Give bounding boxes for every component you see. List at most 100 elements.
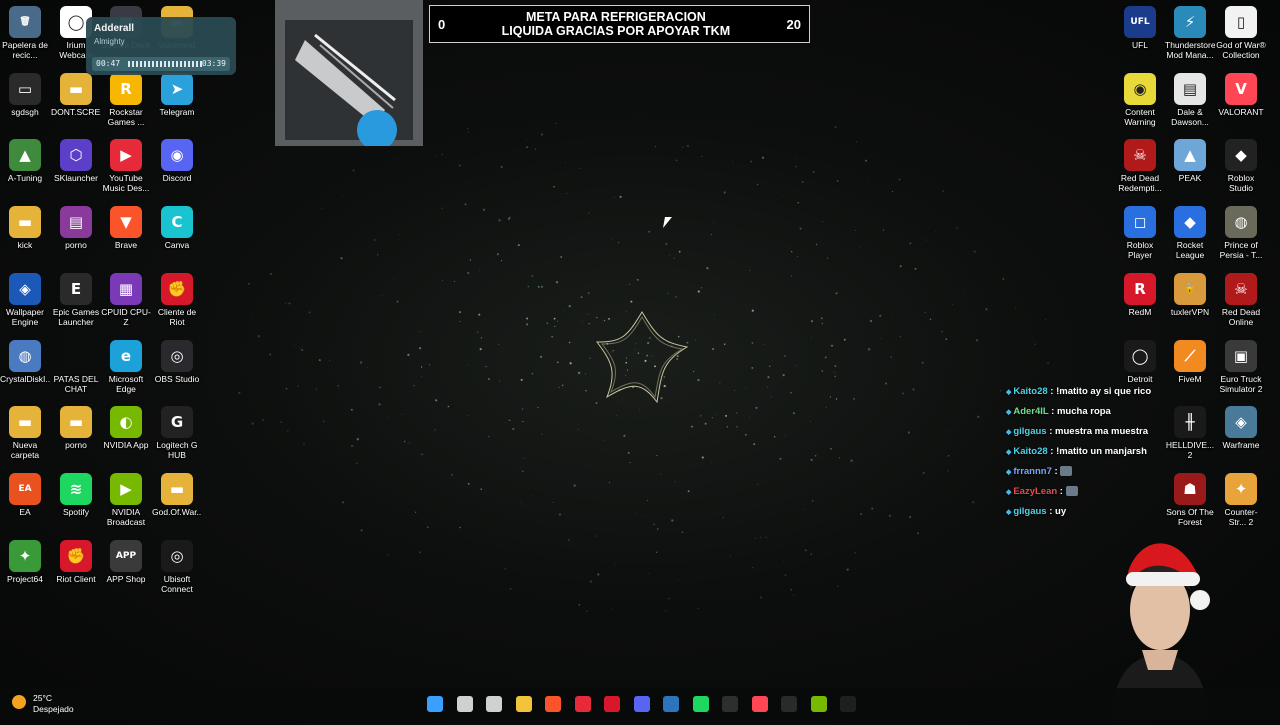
desktop-shortcut[interactable]: V VALORANT [1216,72,1266,117]
desktop-shortcut[interactable]: C Canva [152,206,202,250]
chat-separator: : [1051,466,1061,477]
wallpaper-particle [779,457,782,460]
desktop-shortcut[interactable]: ◉ Discord [152,139,202,183]
desktop-shortcut[interactable]: ▬ kick [0,206,50,250]
desktop-shortcut[interactable]: ▣ Euro Truck Simulator 2 [1216,339,1266,394]
desktop-shortcut[interactable]: e Microsoft Edge [101,339,151,394]
desktop-shortcut[interactable]: ◍ Prince of Persia - T... [1216,206,1266,260]
nvidia-broadcast-icon[interactable] [810,696,827,712]
desktop-shortcut[interactable]: 🔒 tuxlerVPN [1165,272,1215,317]
wallpaper-particle [744,433,747,436]
wallpaper-particle [523,458,525,459]
desktop-shortcut[interactable]: ▬ Nueva carpeta [0,406,50,460]
wallpaper-particle [359,361,363,364]
desktop-shortcut[interactable]: ◆ Roblox Studio [1216,139,1266,193]
wallpaper-particle [947,454,950,457]
desktop-shortcut[interactable]: ⬡ SKlauncher [51,139,101,183]
desktop-shortcut[interactable]: ☠ Red Dead Redempti... [1115,139,1165,193]
discord-icon[interactable] [633,696,650,712]
wallpaper-particle [626,369,629,371]
desktop-shortcut[interactable]: ▦ CPUID CPU-Z [101,272,151,327]
desktop-shortcut[interactable]: ▭ sgdsgh [0,72,50,117]
desktop-shortcut[interactable]: 🗑 Papelera de recic... [0,6,50,60]
desktop-shortcut[interactable]: ◈ Warframe [1216,406,1266,450]
spotify-icon[interactable] [692,696,709,712]
wallpaper-particle [505,422,506,423]
steam-icon[interactable] [663,696,679,712]
desktop-shortcut[interactable]: ▬ porno [51,406,101,450]
desktop-shortcut[interactable]: ▤ porno [51,206,101,250]
playback-bar[interactable]: 00:47 03:39 [92,57,230,71]
wallpaper-particle [568,341,571,344]
desktop-shortcut[interactable]: ➤ Telegram [152,72,202,117]
wallpaper-particle [585,373,586,375]
wallpaper-particle [653,523,655,526]
windows-start-icon[interactable] [427,696,443,712]
wallpaper-particle [262,418,264,421]
desktop-shortcut[interactable]: ≋ Spotify [51,472,101,517]
desktop-shortcut[interactable]: ▲ A-Tuning [0,139,50,183]
desktop-shortcut[interactable]: APP APP Shop [101,539,151,584]
wallpaper-particle [853,397,855,400]
valorant-icon[interactable] [751,696,768,712]
desktop-shortcut[interactable]: R RedM [1115,272,1165,317]
desktop-shortcut[interactable]: ◍ CrystalDiskI... [0,339,50,384]
task-view-icon[interactable] [486,696,502,712]
wallpaper-particle [675,159,678,161]
desktop-shortcut[interactable]: ◉ Content Warning [1115,72,1165,127]
desktop-shortcut[interactable]: ▶ YouTube Music Des... [101,139,151,193]
wallpaper-particle [745,388,747,389]
obs-icon[interactable] [722,696,738,712]
shortcut-label: CPUID CPU-Z [101,306,151,327]
search-icon[interactable] [456,696,473,712]
desktop-shortcut[interactable]: ✊ Riot Client [51,539,101,584]
desktop-shortcut[interactable]: ◻ Roblox Player [1115,206,1165,260]
redm-icon[interactable] [604,696,620,712]
chat-separator: : [1057,486,1066,497]
desktop-shortcut[interactable]: ◯ Detroit [1115,339,1165,384]
brave-icon[interactable] [545,696,561,712]
desktop-shortcut[interactable]: ◎ Ubisoft Connect [152,539,202,594]
desktop-shortcut[interactable]: E Epic Games Launcher [51,272,101,327]
wallpaper-particle [625,357,627,359]
wallpaper-particle [1034,343,1037,345]
desktop-shortcut[interactable]: ▶ NVIDIA Broadcast [101,472,151,527]
desktop-shortcut[interactable]: ✦ Counter-Str... 2 [1216,472,1266,527]
desktop-shortcut[interactable]: ☠ Red Dead Online [1216,272,1266,327]
file-explorer-icon[interactable] [515,696,532,712]
desktop-shortcut[interactable]: ▲ PEAK [1165,139,1215,183]
desktop-shortcut[interactable]: ◐ NVIDIA App [101,406,151,450]
desktop-shortcut[interactable]: ▤ Dale & Dawson... [1165,72,1215,127]
youtube-music-icon[interactable] [574,696,591,712]
desktop-shortcut[interactable]: ◆ Rocket League [1165,206,1215,260]
wallpaper-particle [975,469,977,470]
desktop-shortcut[interactable]: ▬DONT.SCRE... [51,72,101,117]
wallpaper-particle [619,195,622,199]
desktop-shortcut[interactable]: UFL UFL [1115,6,1165,50]
desktop-shortcut[interactable]: ✊ Cliente de Riot [152,272,202,327]
desktop-shortcut[interactable]: ▼ Brave [101,206,151,250]
wallpaper-particle [712,347,715,351]
shortcut-label: Red Dead Online [1221,306,1261,327]
desktop-shortcut[interactable]: ▬ God.Of.War... [152,472,202,517]
weather-temp: 25°C [33,693,52,703]
desktop-shortcut[interactable]: ◈ Wallpaper Engine [0,272,50,327]
desktop-shortcut[interactable]: EA EA [0,472,50,517]
wallpaper-particle [540,285,543,288]
wallpaper-particle [596,316,598,319]
wallpaper-particle [301,349,304,351]
logitech-icon[interactable] [840,696,856,712]
desktop-shortcut[interactable]: ⚡ Thunderstore Mod Mana... [1165,6,1215,60]
desktop-shortcut[interactable]: ⟋ FiveM [1165,339,1215,384]
shortcut-label: Rocket League [1175,240,1205,261]
desktop-shortcut[interactable]: ✦ Project64 [0,539,50,584]
wallpaper-particle [521,408,524,410]
desktop-shortcut[interactable]: G Logitech G HUB [152,406,202,460]
desktop-shortcut[interactable]: ▯ God of War® Collection [1216,6,1266,60]
desktop-shortcut[interactable]: R Rockstar Games ... [101,72,151,127]
wallpaper-particle [734,389,735,391]
wallpaper-particle [625,361,628,364]
epic-icon[interactable] [781,696,797,712]
desktop-shortcut[interactable]: PATAS DEL CHAT [51,340,101,394]
desktop-shortcut[interactable]: ◎ OBS Studio [152,339,202,384]
